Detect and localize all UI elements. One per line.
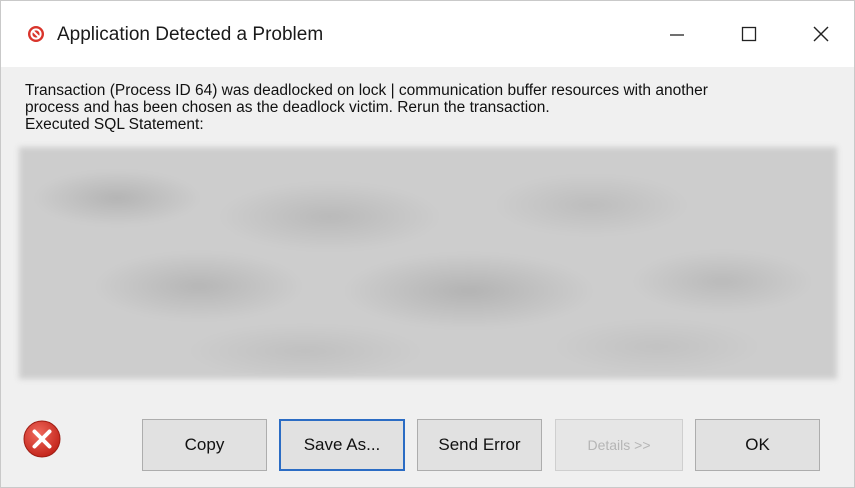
window-title: Application Detected a Problem xyxy=(57,24,324,45)
close-button[interactable] xyxy=(789,1,853,67)
sql-statement-label: Executed SQL Statement: xyxy=(25,116,204,133)
save-as-button[interactable]: Save As... xyxy=(279,419,405,471)
minimize-button[interactable] xyxy=(645,1,709,67)
message-line: process and has been chosen as the deadl… xyxy=(25,99,550,116)
error-dialog: Application Detected a Problem Transacti… xyxy=(0,0,855,488)
ok-button[interactable]: OK xyxy=(695,419,820,471)
close-icon xyxy=(813,26,829,42)
minimize-icon xyxy=(670,34,684,36)
message-line: Transaction (Process ID 64) was deadlock… xyxy=(25,82,708,99)
sql-statement-area xyxy=(19,147,837,379)
maximize-icon xyxy=(741,26,757,42)
error-x-icon xyxy=(23,420,61,458)
copy-button[interactable]: Copy xyxy=(142,419,267,471)
error-circle-icon xyxy=(28,26,44,42)
title-bar: Application Detected a Problem xyxy=(1,1,854,67)
send-error-button[interactable]: Send Error xyxy=(417,419,542,471)
maximize-button[interactable] xyxy=(717,1,781,67)
error-message: Transaction (Process ID 64) was deadlock… xyxy=(25,82,835,133)
details-button[interactable]: Details >> xyxy=(555,419,683,471)
